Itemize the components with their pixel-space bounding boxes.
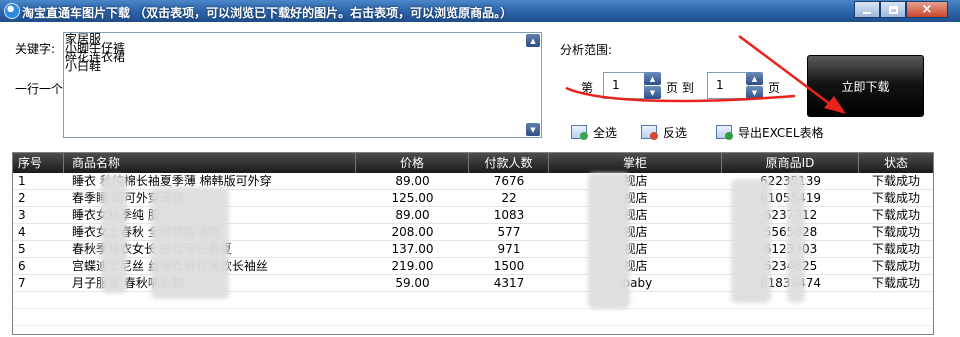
invert-selection-label: 反选 <box>663 125 688 140</box>
cell-buyers: 22 <box>501 191 517 205</box>
column-header[interactable]: 商品名称 <box>64 153 356 173</box>
keyword-line: 小白鞋 <box>65 59 102 73</box>
spin-down-icon[interactable]: ▼ <box>746 86 763 99</box>
cell-status: 下载成功 <box>871 191 920 205</box>
cell-buyers: 577 <box>497 225 521 239</box>
column-header[interactable]: 掌柜 <box>549 153 722 173</box>
select-all-button[interactable]: 全选 <box>571 123 617 141</box>
minimize-button[interactable] <box>854 1 880 18</box>
empty-row <box>13 309 933 326</box>
to-page-input[interactable]: 1 <box>707 72 749 99</box>
column-header[interactable]: 序号 <box>13 153 64 173</box>
cell-no: 7 <box>18 276 26 290</box>
download-now-button[interactable]: 立即下载 <box>807 55 924 117</box>
keyword-scrollbar[interactable]: ▲ ▼ <box>526 34 540 136</box>
from-page-input[interactable]: 1 <box>603 72 645 99</box>
scroll-down-icon[interactable]: ▼ <box>526 123 540 136</box>
close-button[interactable]: × <box>906 1 948 18</box>
privacy-blur <box>787 175 805 303</box>
close-icon: × <box>921 2 933 17</box>
column-header[interactable]: 状态 <box>859 153 933 173</box>
table-header: 序号 商品名称 价格 付款人数 掌柜 原商品ID 状态 <box>13 153 933 173</box>
keyword-line: 家居服 <box>65 32 102 46</box>
export-excel-icon <box>716 125 733 140</box>
range-suffix: 页 <box>768 81 781 95</box>
keyword-label: 关键字: <box>15 42 56 56</box>
column-header[interactable]: 原商品ID <box>722 153 859 173</box>
range-label: 分析范围: <box>560 43 613 57</box>
maximize-button[interactable] <box>880 1 906 18</box>
invert-selection-button[interactable]: 反选 <box>641 123 687 141</box>
cell-shop: 视店 <box>623 208 648 222</box>
cell-status: 下载成功 <box>871 225 920 239</box>
column-header[interactable]: 付款人数 <box>469 153 549 173</box>
cell-shop: ,baby <box>618 276 653 290</box>
keyword-line: 碎花连衣裙 <box>65 50 126 64</box>
to-page-spinner[interactable]: ▲ ▼ <box>746 72 763 99</box>
cell-price: 59.00 <box>395 276 430 290</box>
cell-price: 137.00 <box>391 242 434 256</box>
select-all-label: 全选 <box>593 125 618 140</box>
window-controls: × <box>854 1 948 19</box>
app-icon <box>4 3 20 19</box>
window-body: 关键字: 一行一个 家居服 小脚牛仔裤 碎花连衣裙 小白鞋 ▲ ▼ 分析范围: … <box>0 22 960 337</box>
privacy-blur <box>588 173 630 309</box>
cell-no: 2 <box>18 191 26 205</box>
spin-up-icon[interactable]: ▲ <box>746 72 763 85</box>
title-bar: 淘宝直通车图片下载 （双击表项，可以浏览已下载好的图片。右击表项，可以浏览原商品… <box>0 0 960 22</box>
window-title: 淘宝直通车图片下载 （双击表项，可以浏览已下载好的图片。右击表项，可以浏览原商品… <box>22 6 513 20</box>
cell-price: 125.00 <box>391 191 434 205</box>
invert-selection-icon <box>641 125 658 140</box>
cell-no: 1 <box>18 174 26 188</box>
cell-status: 下载成功 <box>871 174 920 188</box>
cell-buyers: 1083 <box>493 208 525 222</box>
cell-shop: 视店 <box>623 191 648 205</box>
cell-no: 5 <box>18 242 26 256</box>
cell-status: 下载成功 <box>871 259 920 273</box>
cell-shop: 视店 <box>623 174 648 188</box>
cell-price: 208.00 <box>391 225 434 239</box>
cell-buyers: 4317 <box>493 276 525 290</box>
cell-buyers: 7676 <box>493 174 525 188</box>
cell-price: 219.00 <box>391 259 434 273</box>
select-all-icon <box>571 125 588 140</box>
results-table[interactable]: 序号 商品名称 价格 付款人数 掌柜 原商品ID 状态 1 睡衣 秋纯棉长袖夏季… <box>12 152 934 335</box>
spin-down-icon[interactable]: ▼ <box>644 86 661 99</box>
cell-buyers: 971 <box>497 242 521 256</box>
spin-up-icon[interactable]: ▲ <box>644 72 661 85</box>
cell-buyers: 1500 <box>493 259 525 273</box>
column-header[interactable]: 价格 <box>356 153 469 173</box>
from-page-spinner[interactable]: ▲ ▼ <box>644 72 661 99</box>
keyword-hint: 一行一个 <box>15 82 64 96</box>
cell-no: 6 <box>18 259 26 273</box>
keyword-line: 小脚牛仔裤 <box>65 41 126 55</box>
privacy-blur <box>731 179 771 303</box>
cell-shop: 视店 <box>623 259 648 273</box>
export-excel-button[interactable]: 导出EXCEL表格 <box>716 123 824 141</box>
privacy-blur <box>101 175 127 293</box>
export-excel-label: 导出EXCEL表格 <box>738 125 824 140</box>
minimize-icon <box>863 11 871 14</box>
scroll-up-icon[interactable]: ▲ <box>526 34 540 47</box>
cell-price: 89.00 <box>395 174 430 188</box>
cell-no: 4 <box>18 225 26 239</box>
range-prefix: 第 <box>581 81 594 95</box>
cell-no: 3 <box>18 208 26 222</box>
cell-price: 89.00 <box>395 208 430 222</box>
maximize-icon <box>888 5 898 14</box>
cell-status: 下载成功 <box>871 276 920 290</box>
cell-shop: 视店 <box>623 225 648 239</box>
cell-shop: 视店 <box>623 242 648 256</box>
cell-status: 下载成功 <box>871 242 920 256</box>
cell-status: 下载成功 <box>871 208 920 222</box>
range-middle: 页 到 <box>666 81 694 95</box>
keyword-textarea[interactable]: 家居服 小脚牛仔裤 碎花连衣裙 小白鞋 ▲ ▼ <box>63 32 542 138</box>
privacy-blur <box>151 187 229 299</box>
